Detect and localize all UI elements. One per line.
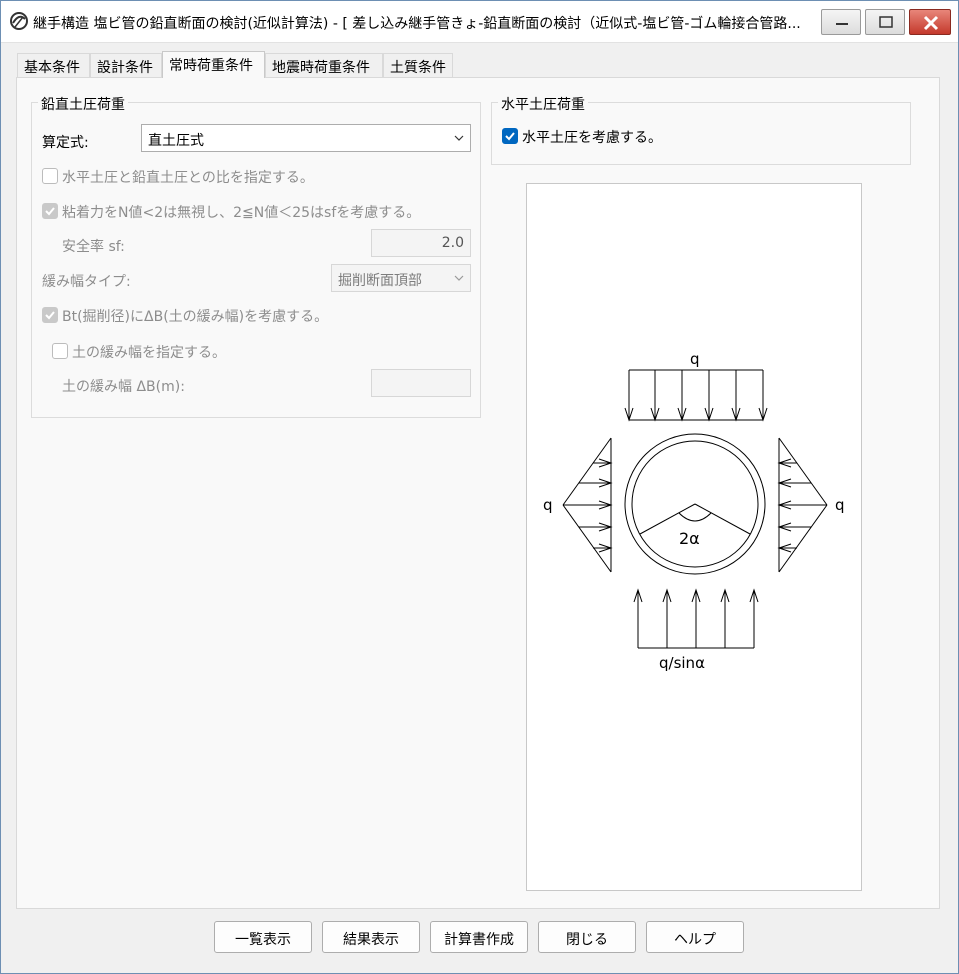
vertical-earth-pressure-group: 鉛直土圧荷重 算定式: 直土圧式 水平土圧と鉛直土圧との比を指定する。 粘着力を… [31, 94, 481, 418]
left-load-arrows [562, 437, 613, 573]
left-load-label: q [543, 496, 553, 514]
top-load-arrows [624, 369, 768, 422]
check-icon [505, 132, 515, 141]
tab-normal-load-conditions[interactable]: 常時荷重条件 [162, 51, 265, 78]
check-icon [45, 207, 55, 216]
main-window: 継手構造 塩ビ管の鉛直断面の検討(近似計算法) - [ 差し込み継手管きょ-鉛直… [0, 0, 959, 974]
formula-select[interactable]: 直土圧式 [141, 124, 471, 152]
tab-label: 土質条件 [390, 60, 446, 76]
adhesion-checkbox-label: 粘着力をN値<2は無視し、2≦N値＜25はsfを考慮する。 [62, 205, 421, 221]
chevron-down-icon [454, 135, 464, 141]
bottom-load-label: q/sinα [659, 654, 705, 672]
formula-value: 直土圧式 [148, 133, 204, 149]
angle-label: 2α [679, 529, 700, 548]
loose-type-value: 掘削断面頂部 [338, 273, 422, 289]
tab-basic-conditions[interactable]: 基本条件 [17, 53, 90, 77]
bottom-load-arrows [633, 588, 759, 649]
right-load-arrows [777, 437, 828, 573]
help-button[interactable]: ヘルプ [646, 921, 744, 953]
safety-factor-label: 安全率 sf: [62, 239, 125, 255]
group-title: 水平土圧荷重 [498, 94, 588, 114]
close-button[interactable]: 閉じる [538, 921, 636, 953]
result-view-button[interactable]: 結果表示 [322, 921, 420, 953]
safety-factor-input[interactable]: 2.0 [371, 229, 471, 257]
tab-label: 地震時荷重条件 [272, 60, 370, 76]
check-icon [45, 311, 55, 320]
close-window-button[interactable] [909, 9, 951, 35]
app-icon [10, 12, 28, 30]
loose-width-label: 土の緩み幅 ΔB(m): [62, 379, 185, 395]
bt-checkbox-label: Bt(掘削径)にΔB(土の緩み幅)を考慮する。 [62, 309, 329, 325]
minimize-button[interactable] [821, 9, 861, 35]
loose-width-checkbox[interactable] [52, 343, 68, 359]
tab-label: 基本条件 [24, 60, 80, 76]
group-title: 鉛直土圧荷重 [38, 94, 128, 114]
chevron-down-icon [454, 275, 464, 281]
ratio-checkbox[interactable] [42, 168, 58, 184]
window-title: 継手構造 塩ビ管の鉛直断面の検討(近似計算法) - [ 差し込み継手管きょ-鉛直… [33, 16, 801, 32]
tab-seismic-load-conditions[interactable]: 地震時荷重条件 [265, 53, 383, 77]
loose-width-checkbox-label: 土の緩み幅を指定する。 [72, 345, 226, 361]
tab-label: 設計条件 [97, 60, 153, 76]
top-load-label: q [690, 350, 700, 368]
load-diagram: q q q 2α q/sinα [526, 183, 862, 891]
formula-label: 算定式: [42, 135, 89, 151]
ratio-checkbox-label: 水平土圧と鉛直土圧との比を指定する。 [62, 170, 314, 186]
adhesion-checkbox[interactable] [42, 203, 58, 219]
loose-type-label: 緩み幅タイプ: [42, 274, 131, 290]
title-bar: 継手構造 塩ビ管の鉛直断面の検討(近似計算法) - [ 差し込み継手管きょ-鉛直… [1, 1, 958, 43]
bt-checkbox[interactable] [42, 307, 58, 323]
maximize-button[interactable] [865, 9, 905, 35]
horizontal-pressure-checkbox[interactable] [502, 128, 518, 144]
tab-design-conditions[interactable]: 設計条件 [90, 53, 162, 77]
right-load-label: q [835, 496, 845, 514]
list-view-button[interactable]: 一覧表示 [214, 921, 312, 953]
maximize-icon [879, 16, 893, 28]
horizontal-earth-pressure-group: 水平土圧荷重 水平土圧を考慮する。 [491, 94, 911, 165]
minimize-icon [836, 23, 848, 25]
loose-type-select[interactable]: 掘削断面頂部 [331, 264, 471, 292]
loose-width-input[interactable] [371, 369, 471, 397]
tab-label: 常時荷重条件 [169, 58, 253, 74]
create-report-button[interactable]: 計算書作成 [430, 921, 528, 953]
close-icon [923, 15, 939, 31]
load-diagram-drawing: q q q 2α q/sinα [543, 350, 845, 672]
horizontal-pressure-checkbox-label: 水平土圧を考慮する。 [522, 130, 662, 146]
tab-soil-conditions[interactable]: 土質条件 [383, 53, 453, 77]
